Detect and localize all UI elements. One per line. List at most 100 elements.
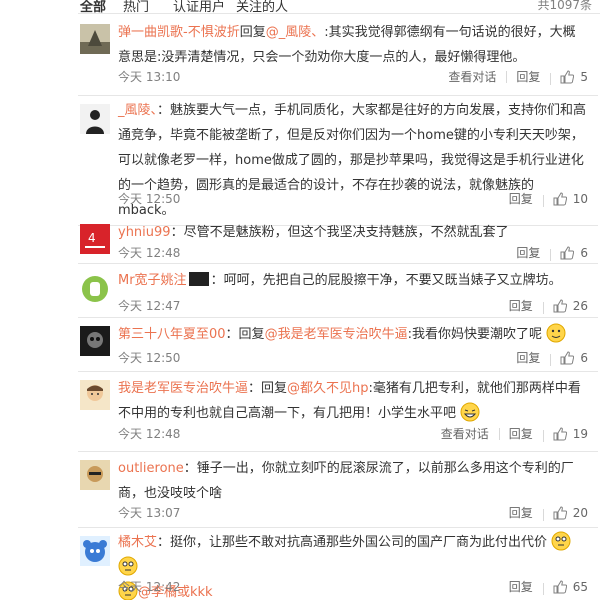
comment-item: 我是老军医专治吹牛逼：回复@都久不见hp:毫猪有几把专利，就他们那两样中看不中用… [78, 372, 598, 452]
username[interactable]: yhniu99 [118, 225, 171, 240]
emoji-icon [551, 531, 571, 551]
username[interactable]: Mr宽子姚注 [118, 273, 187, 288]
comment-body: ：呵呵，先把自己的屁股擦干净，不要又既当婊子又立牌坊。 [210, 273, 562, 288]
reply-button[interactable]: 回复 [499, 578, 543, 595]
comment-item: Mr宽子姚注 ：呵呵，先把自己的屁股擦干净，不要又既当婊子又立牌坊。 今天 12:… [78, 264, 598, 318]
comment-body: :我看你妈快要潮吹了呢 [407, 327, 542, 342]
comment-text: 第三十八年夏至00：回复@我是老军医专治吹牛逼:我看你妈快要潮吹了呢 [118, 322, 588, 347]
avatar[interactable] [80, 274, 110, 304]
emoji-icon [460, 402, 480, 422]
comment-meta: 今天 13:10 查看对话 回复 5 [118, 68, 588, 86]
thumbs-up-icon [553, 579, 567, 593]
view-conversation-button[interactable]: 查看对话 [438, 68, 506, 85]
comment-text: yhniu99：尽管不是魅族粉，但这个我坚决支持魅族，不然就乱套了 [118, 220, 588, 245]
divider [78, 13, 600, 14]
tab-all[interactable]: 全部 [80, 0, 106, 14]
avatar[interactable] [80, 326, 110, 356]
thumbs-up-icon [560, 245, 575, 259]
reply-button[interactable]: 回复 [506, 349, 550, 366]
like-button[interactable]: 19 [542, 426, 588, 442]
comment-meta: 今天 12:50 回复 10 [118, 190, 588, 208]
avatar[interactable]: 4 [80, 224, 110, 254]
comment-body: ：挺你，让那些不敢对抗高通那些外国公司的国产厂商为此付出代价 [157, 535, 548, 550]
timestamp: 今天 12:50 [118, 192, 181, 206]
reply-button[interactable]: 回复 [506, 68, 550, 85]
username[interactable]: 第三十八年夏至00 [118, 327, 226, 342]
mention[interactable]: @我是老军医专治吹牛逼 [265, 327, 408, 342]
tab-hot[interactable]: 热门 [123, 0, 149, 14]
timestamp: 今天 13:07 [118, 506, 181, 520]
thumbs-up-icon [560, 350, 575, 364]
like-count: 65 [572, 579, 588, 594]
avatar[interactable] [80, 24, 110, 54]
tab-following[interactable]: 关注的人 [236, 0, 288, 14]
like-count: 6 [580, 350, 588, 365]
timestamp: 今天 12:42 [118, 580, 181, 594]
emoji-icon [546, 323, 566, 343]
comment-text: 我是老军医专治吹牛逼：回复@都久不见hp:毫猪有几把专利，就他们那两样中看不中用… [118, 376, 588, 426]
username[interactable]: outlierone [118, 461, 184, 476]
reply-prefix: ：回复 [225, 327, 265, 342]
reply-prefix: 回复 [239, 25, 266, 40]
like-button[interactable]: 20 [542, 505, 588, 521]
thumbs-up-icon [553, 505, 567, 519]
comment-meta: 今天 12:50 回复 6 [118, 349, 588, 367]
reply-prefix: ：回复 [248, 381, 288, 396]
comment-text: outlierone：锤子一出，你就立刻吓的屁滚尿流了，以前那么多用这个专利的厂… [118, 456, 588, 506]
like-button[interactable]: 6 [550, 245, 588, 261]
mention[interactable]: @_風陵、 [266, 25, 325, 40]
like-count: 6 [580, 245, 588, 260]
like-button[interactable]: 6 [550, 350, 588, 366]
reply-button[interactable]: 回复 [506, 244, 550, 261]
reply-button[interactable]: 回复 [498, 425, 543, 442]
comment-item: _風陵、：魅族要大气一点，手机同质化，大家都是往好的方向发展，支持你们和高通竞争… [78, 96, 598, 226]
like-count: 10 [572, 191, 588, 206]
comment-meta: 今天 12:48 查看对话 回复 19 [118, 425, 588, 443]
comment-item: 第三十八年夏至00：回复@我是老军医专治吹牛逼:我看你妈快要潮吹了呢 今天 12… [78, 318, 598, 372]
like-count: 19 [572, 426, 588, 441]
like-button[interactable]: 26 [542, 298, 588, 314]
comment-meta: 今天 12:47 回复 26 [118, 297, 588, 315]
like-count: 5 [580, 69, 588, 84]
avatar[interactable] [80, 104, 110, 134]
like-button[interactable]: 65 [542, 579, 588, 595]
like-count: 26 [572, 298, 588, 313]
reply-button[interactable]: 回复 [499, 504, 543, 521]
reply-button[interactable]: 回复 [499, 297, 543, 314]
timestamp: 今天 13:10 [118, 70, 181, 84]
comment-text: Mr宽子姚注 ：呵呵，先把自己的屁股擦干净，不要又既当婊子又立牌坊。 [118, 268, 588, 293]
comment-tabs: 全部 热门 认证用户 关注的人 共1097条 [0, 0, 600, 14]
tab-verified-users[interactable]: 认证用户 [173, 0, 225, 14]
username[interactable]: 橘木艾 [118, 535, 157, 550]
comment-body: ：锤子一出，你就立刻吓的屁滚尿流了，以前那么多用这个专利的厂商，也没吱吱个啥 [118, 461, 574, 501]
thumbs-up-icon [560, 69, 575, 83]
timestamp: 今天 12:48 [118, 427, 181, 441]
mention[interactable]: @都久不见hp [287, 381, 369, 396]
badge-icon [188, 272, 209, 286]
username[interactable]: 我是老军医专治吹牛逼 [118, 381, 248, 396]
reply-button[interactable]: 回复 [499, 190, 543, 207]
timestamp: 今天 12:47 [118, 299, 181, 313]
thumbs-up-icon [553, 298, 567, 312]
thumbs-up-icon [553, 191, 567, 205]
svg-text:4: 4 [88, 231, 96, 245]
username[interactable]: 弹一曲凯歌-不惧波折 [118, 25, 240, 40]
comment-meta: 今天 12:48 回复 6 [118, 244, 588, 262]
username[interactable]: _風陵、 [118, 103, 157, 118]
like-count: 20 [572, 505, 588, 520]
like-button[interactable]: 5 [550, 69, 588, 85]
timestamp: 今天 12:48 [118, 246, 181, 260]
comment-meta: 今天 12:42 回复 65 [118, 578, 588, 596]
comment-meta: 今天 13:07 回复 20 [118, 504, 588, 522]
avatar[interactable] [80, 460, 110, 490]
view-conversation-button[interactable]: 查看对话 [431, 425, 499, 442]
timestamp: 今天 12:50 [118, 351, 181, 365]
comment-item: 4 yhniu99：尽管不是魅族粉，但这个我坚决支持魅族，不然就乱套了 今天 1… [78, 218, 598, 264]
like-button[interactable]: 10 [542, 191, 588, 207]
comment-text: 弹一曲凯歌-不惧波折回复@_風陵、:其实我觉得郭德纲有一句话说的很好，大概意思是… [118, 20, 588, 70]
comment-item: 橘木艾：挺你，让那些不敢对抗高通那些外国公司的国产厂商为此付出代价 @李橘或kk… [78, 528, 598, 600]
comment-item: outlierone：锤子一出，你就立刻吓的屁滚尿流了，以前那么多用这个专利的厂… [78, 452, 598, 528]
avatar[interactable] [80, 536, 110, 566]
avatar[interactable] [80, 380, 110, 410]
comment-count: 共1097条 [537, 0, 592, 12]
